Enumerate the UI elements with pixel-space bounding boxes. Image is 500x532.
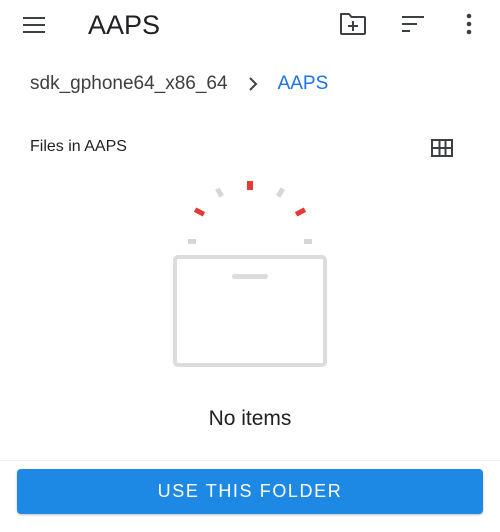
more-vert-icon [466, 13, 472, 35]
empty-folder-illustration [173, 181, 327, 367]
breadcrumb-current[interactable]: AAPS [278, 73, 329, 95]
spark-ray [276, 187, 285, 198]
more-options-button[interactable] [449, 4, 489, 44]
chevron-right-icon [248, 76, 258, 92]
top-app-bar: AAPS [0, 0, 500, 50]
files-section-header: Files in AAPS [30, 138, 127, 155]
breadcrumb-root[interactable]: sdk_gphone64_x86_64 [30, 73, 228, 95]
sort-icon [402, 16, 424, 32]
create-new-folder-icon [340, 13, 366, 35]
spark-ray [247, 181, 253, 190]
footer-divider [0, 460, 500, 461]
box-handle [232, 274, 268, 279]
new-folder-button[interactable] [333, 4, 373, 44]
app-title: AAPS [88, 10, 161, 40]
spark-ray [215, 187, 224, 198]
file-picker-screen: AAPS sdk_gphone64_x86_64 AAPS Files in A… [0, 0, 500, 532]
spark-ray [188, 239, 196, 244]
breadcrumb: sdk_gphone64_x86_64 AAPS [30, 70, 328, 98]
use-this-folder-button[interactable]: USE THIS FOLDER [17, 469, 483, 514]
sort-button[interactable] [393, 4, 433, 44]
spark-ray [294, 207, 307, 217]
empty-state-message: No items [208, 407, 292, 430]
menu-button[interactable] [14, 5, 54, 45]
grid-view-toggle[interactable] [422, 128, 462, 168]
grid-view-icon [431, 139, 453, 157]
spark-ray [304, 239, 312, 244]
hamburger-menu-icon [23, 17, 45, 33]
empty-box [173, 255, 327, 367]
spark-ray [193, 207, 206, 217]
